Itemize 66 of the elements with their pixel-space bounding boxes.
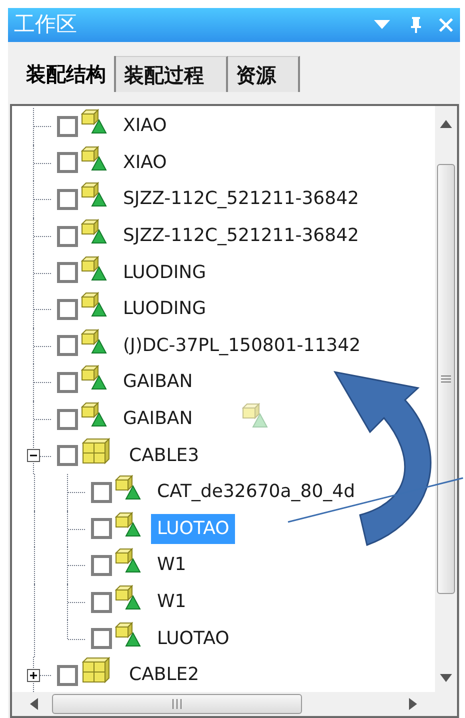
checkbox[interactable] <box>57 226 78 247</box>
checkbox[interactable] <box>57 664 78 686</box>
scroll-thumb[interactable] <box>437 164 455 594</box>
tree-item[interactable]: LUODING <box>117 258 212 288</box>
scroll-right-icon[interactable] <box>409 698 417 710</box>
part-icon <box>113 474 141 500</box>
scroll-down-icon[interactable] <box>440 674 452 682</box>
part-icon <box>79 291 107 318</box>
part-icon <box>113 510 141 537</box>
vertical-scrollbar[interactable] <box>435 106 457 692</box>
checkbox[interactable] <box>91 592 112 613</box>
grip-icon <box>172 699 182 709</box>
scroll-thumb[interactable] <box>52 694 302 714</box>
checkbox[interactable] <box>57 372 78 393</box>
part-icon <box>79 364 107 390</box>
drag-ghost-icon <box>242 402 268 428</box>
window-title: 工作区 <box>14 11 78 38</box>
tree-item[interactable]: GAIBAN <box>117 404 199 434</box>
part-icon <box>79 181 107 208</box>
pin-icon[interactable] <box>410 16 422 34</box>
checkbox[interactable] <box>91 628 112 650</box>
part-icon <box>79 144 107 171</box>
checkbox[interactable] <box>57 335 78 356</box>
assembly-icon <box>79 436 113 465</box>
checkbox[interactable] <box>57 445 78 466</box>
part-icon <box>79 254 107 281</box>
part-icon <box>113 584 141 610</box>
expand-icon[interactable] <box>27 668 40 682</box>
tree-item[interactable]: XIAO <box>117 148 173 178</box>
part-icon <box>79 401 107 428</box>
tree-item[interactable]: CABLE3 <box>123 440 206 471</box>
checkbox[interactable] <box>57 152 78 174</box>
tree-item[interactable]: SJZZ-112C_521211-36842 <box>117 221 365 252</box>
checkbox[interactable] <box>91 482 112 503</box>
tree-item[interactable]: CAT_de32670a_80_4d <box>151 477 362 508</box>
checkbox[interactable] <box>91 554 112 576</box>
tree-item[interactable]: LUODING <box>117 294 212 324</box>
checkbox[interactable] <box>57 408 78 430</box>
part-icon <box>113 547 141 574</box>
checkbox[interactable] <box>57 298 78 320</box>
tree-item[interactable]: W1 <box>151 550 192 580</box>
horizontal-scrollbar[interactable] <box>12 692 457 716</box>
part-icon <box>113 620 141 647</box>
checkbox[interactable] <box>57 188 78 210</box>
tab[interactable]: 资源 <box>228 56 300 92</box>
checkbox[interactable] <box>57 116 78 137</box>
assembly-icon <box>79 656 113 684</box>
close-icon[interactable] <box>438 17 454 33</box>
scroll-up-icon[interactable] <box>440 120 452 128</box>
dropdown-icon[interactable] <box>374 20 390 30</box>
part-icon <box>79 218 107 244</box>
tree-item[interactable]: CABLE2 <box>123 660 206 690</box>
checkbox[interactable] <box>57 262 78 284</box>
tree-item[interactable]: LUOTAO <box>151 624 236 654</box>
tree-item[interactable]: W1 <box>151 587 192 618</box>
grip-icon <box>441 375 451 383</box>
collapse-icon[interactable] <box>27 449 40 462</box>
tree-item[interactable]: (J)DC-37PL_150801-11342 <box>117 330 367 361</box>
part-icon <box>79 328 107 354</box>
tree-item[interactable]: SJZZ-112C_521211-36842 <box>117 184 365 214</box>
scroll-left-icon[interactable] <box>30 698 38 710</box>
tree-item[interactable]: GAIBAN <box>117 367 199 398</box>
tree-item[interactable]: XIAO <box>117 111 173 142</box>
part-icon <box>79 108 107 134</box>
checkbox[interactable] <box>91 518 112 540</box>
tab[interactable]: 装配过程 <box>116 56 228 92</box>
